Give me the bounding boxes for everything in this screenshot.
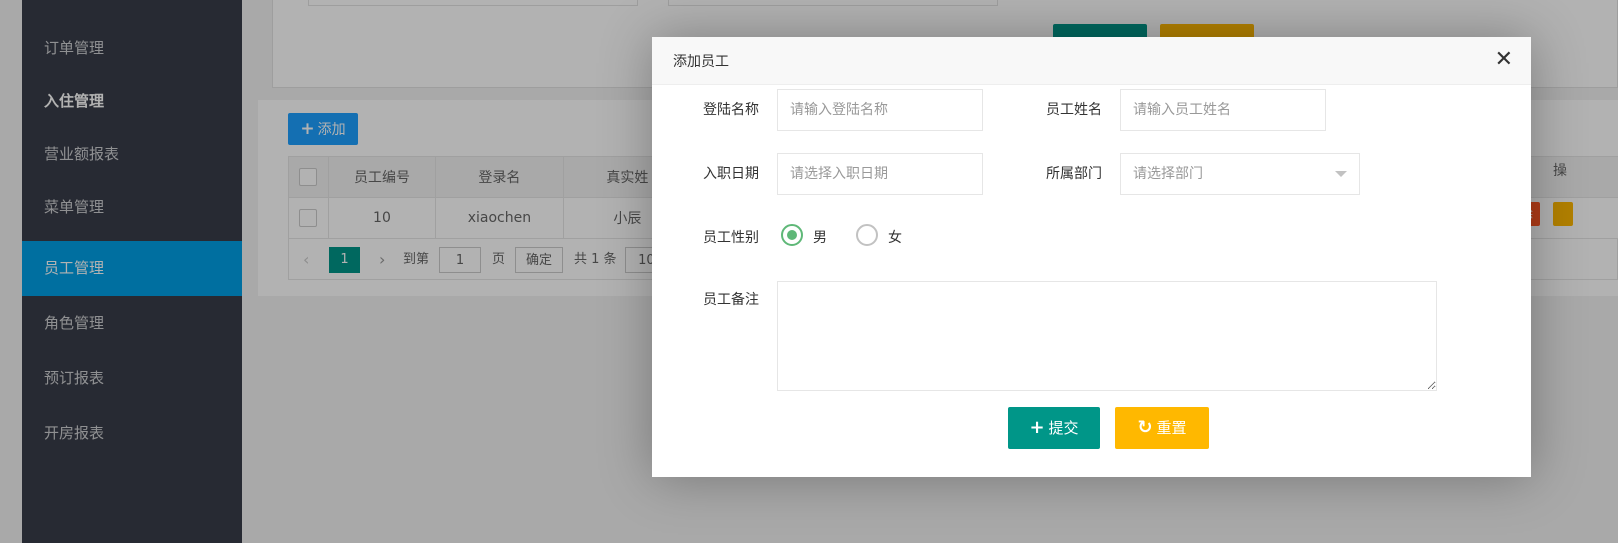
submit-label: 提交 (1048, 419, 1079, 437)
submit-button[interactable]: + 提交 (1008, 407, 1100, 449)
gender-female-radio[interactable] (856, 224, 878, 246)
employee-name-label: 员工姓名 (1046, 102, 1102, 118)
refresh-icon: ↻ (1137, 417, 1153, 438)
gender-female-label[interactable]: 女 (888, 227, 902, 247)
remark-label: 员工备注 (703, 292, 759, 308)
dialog-header: 添加员工 ✕ (652, 37, 1531, 85)
department-select[interactable]: 请选择部门 (1120, 153, 1360, 195)
reset-label: 重置 (1156, 419, 1187, 437)
chevron-down-icon (1335, 171, 1347, 177)
close-icon[interactable]: ✕ (1495, 47, 1513, 73)
plus-icon: + (1029, 417, 1045, 438)
dialog-title: 添加员工 (673, 54, 729, 70)
reset-button[interactable]: ↻ 重置 (1115, 407, 1209, 449)
department-label: 所属部门 (1046, 166, 1102, 182)
gender-male-radio[interactable] (781, 224, 803, 246)
department-placeholder: 请选择部门 (1133, 166, 1203, 182)
gender-male-label[interactable]: 男 (813, 227, 827, 247)
login-name-input[interactable]: 请输入登陆名称 (777, 89, 983, 131)
hire-date-input[interactable]: 请选择入职日期 (777, 153, 983, 195)
add-employee-dialog: 添加员工 ✕ 登陆名称 请输入登陆名称 员工姓名 请输入员工姓名 入职日期 请选… (652, 37, 1531, 477)
login-name-label: 登陆名称 (703, 102, 759, 118)
employee-name-input[interactable]: 请输入员工姓名 (1120, 89, 1326, 131)
hire-date-label: 入职日期 (703, 166, 759, 182)
gender-label: 员工性别 (703, 230, 759, 246)
remark-textarea[interactable] (777, 281, 1437, 391)
